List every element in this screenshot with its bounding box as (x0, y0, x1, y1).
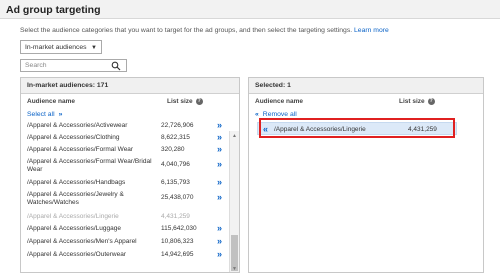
list-size-header: List size? (167, 98, 203, 106)
list-size-header: List size? (399, 98, 435, 106)
available-audiences-panel: In-market audiences: 171 Audience name L… (20, 77, 240, 273)
dropdown-value: In-market audiences (25, 44, 87, 51)
selected-audiences-panel: Selected: 1 Audience name List size? «Re… (248, 77, 484, 273)
list-scrollbar[interactable]: ▲ ▼ (229, 131, 239, 272)
add-audience-icon[interactable]: » (217, 144, 222, 154)
available-panel-title: In-market audiences: 171 (21, 78, 239, 94)
add-audience-icon[interactable]: » (217, 249, 222, 259)
add-audience-icon[interactable]: » (217, 192, 222, 202)
select-all-link[interactable]: Select all» (27, 111, 62, 118)
add-audience-icon[interactable]: » (217, 177, 222, 187)
scroll-up-icon[interactable]: ▲ (232, 133, 237, 139)
add-audience-icon[interactable]: » (217, 132, 222, 142)
add-audience-icon[interactable]: » (217, 223, 222, 233)
search-icon[interactable] (111, 61, 121, 71)
help-icon[interactable]: ? (195, 98, 203, 105)
add-audience-icon[interactable]: » (217, 120, 222, 130)
selected-panel-title: Selected: 1 (249, 78, 483, 94)
double-chevron-right-icon: » (58, 111, 63, 118)
selected-column-headers: Audience name List size? (249, 94, 483, 108)
audience-type-dropdown[interactable]: In-market audiences ▼ (20, 40, 102, 54)
available-column-headers: Audience name List size? (21, 94, 239, 108)
intro-text: Select the audience categories that you … (20, 27, 389, 34)
audience-name-header: Audience name (27, 98, 76, 105)
scroll-down-icon[interactable]: ▼ (232, 266, 237, 272)
remove-all-link[interactable]: «Remove all (255, 111, 297, 118)
section-title: Ad group targeting (0, 0, 500, 19)
intro-description: Select the audience categories that you … (20, 27, 355, 34)
audience-name-header: Audience name (255, 98, 304, 105)
search-placeholder: Search (25, 62, 47, 69)
chevron-down-icon: ▼ (91, 45, 97, 51)
help-icon[interactable]: ? (427, 98, 435, 105)
add-audience-icon[interactable]: » (217, 236, 222, 246)
add-audience-icon[interactable]: » (217, 159, 222, 169)
learn-more-link[interactable]: Learn more (354, 27, 389, 34)
highlight-box (259, 118, 455, 138)
double-chevron-left-icon: « (255, 111, 259, 118)
search-input[interactable]: Search (20, 59, 127, 72)
